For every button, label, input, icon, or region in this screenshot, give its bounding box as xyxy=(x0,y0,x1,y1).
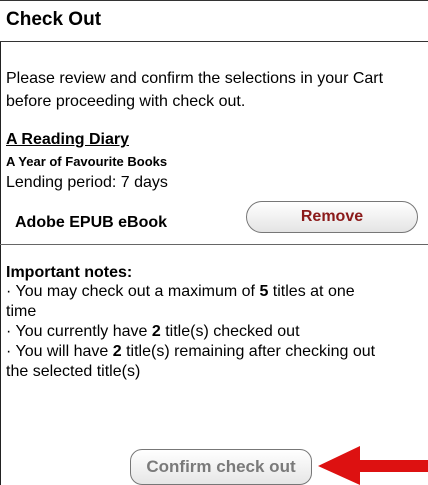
note-text: · You will have xyxy=(6,343,113,360)
note-line-4: · You will have 2 title(s) remaining aft… xyxy=(6,342,428,362)
note-line-5: the selected title(s) xyxy=(6,363,141,380)
book-subtitle: A Year of Favourite Books xyxy=(6,154,168,169)
note-line-2: time xyxy=(6,303,37,320)
page-header: Check Out xyxy=(0,0,428,42)
section-divider xyxy=(0,244,428,245)
note-text: titles at one xyxy=(268,283,355,300)
notes-title: Important notes: xyxy=(6,264,133,281)
page-title: Check Out xyxy=(6,9,102,30)
arrow-shape xyxy=(318,446,428,485)
book-format: Adobe EPUB eBook xyxy=(15,214,168,231)
note-text: title(s) checked out xyxy=(160,323,300,340)
lending-period: Lending period: 7 days xyxy=(6,174,168,191)
intro-text: Please review and confirm the selections… xyxy=(6,67,428,113)
note-text: title(s) remaining after checking out xyxy=(121,343,376,360)
note-line-1: · You may check out a maximum of 5 title… xyxy=(6,282,428,302)
notes-list: · You may check out a maximum of 5 title… xyxy=(6,282,428,382)
book-title-link[interactable]: A Reading Diary xyxy=(6,131,129,149)
note-current-count: 2 xyxy=(151,323,161,340)
note-remaining-count: 2 xyxy=(112,343,122,360)
note-text: · You may check out a maximum of xyxy=(6,283,260,300)
intro-line-1: Please review and confirm the selections… xyxy=(6,70,384,87)
red-arrow-icon xyxy=(318,446,428,485)
intro-line-2: before proceeding with check out. xyxy=(6,93,246,110)
note-line-3: · You currently have 2 title(s) checked … xyxy=(6,322,428,342)
confirm-checkout-button[interactable]: Confirm check out xyxy=(130,449,312,485)
remove-button[interactable]: Remove xyxy=(246,201,418,233)
note-text: · You currently have xyxy=(6,323,152,340)
